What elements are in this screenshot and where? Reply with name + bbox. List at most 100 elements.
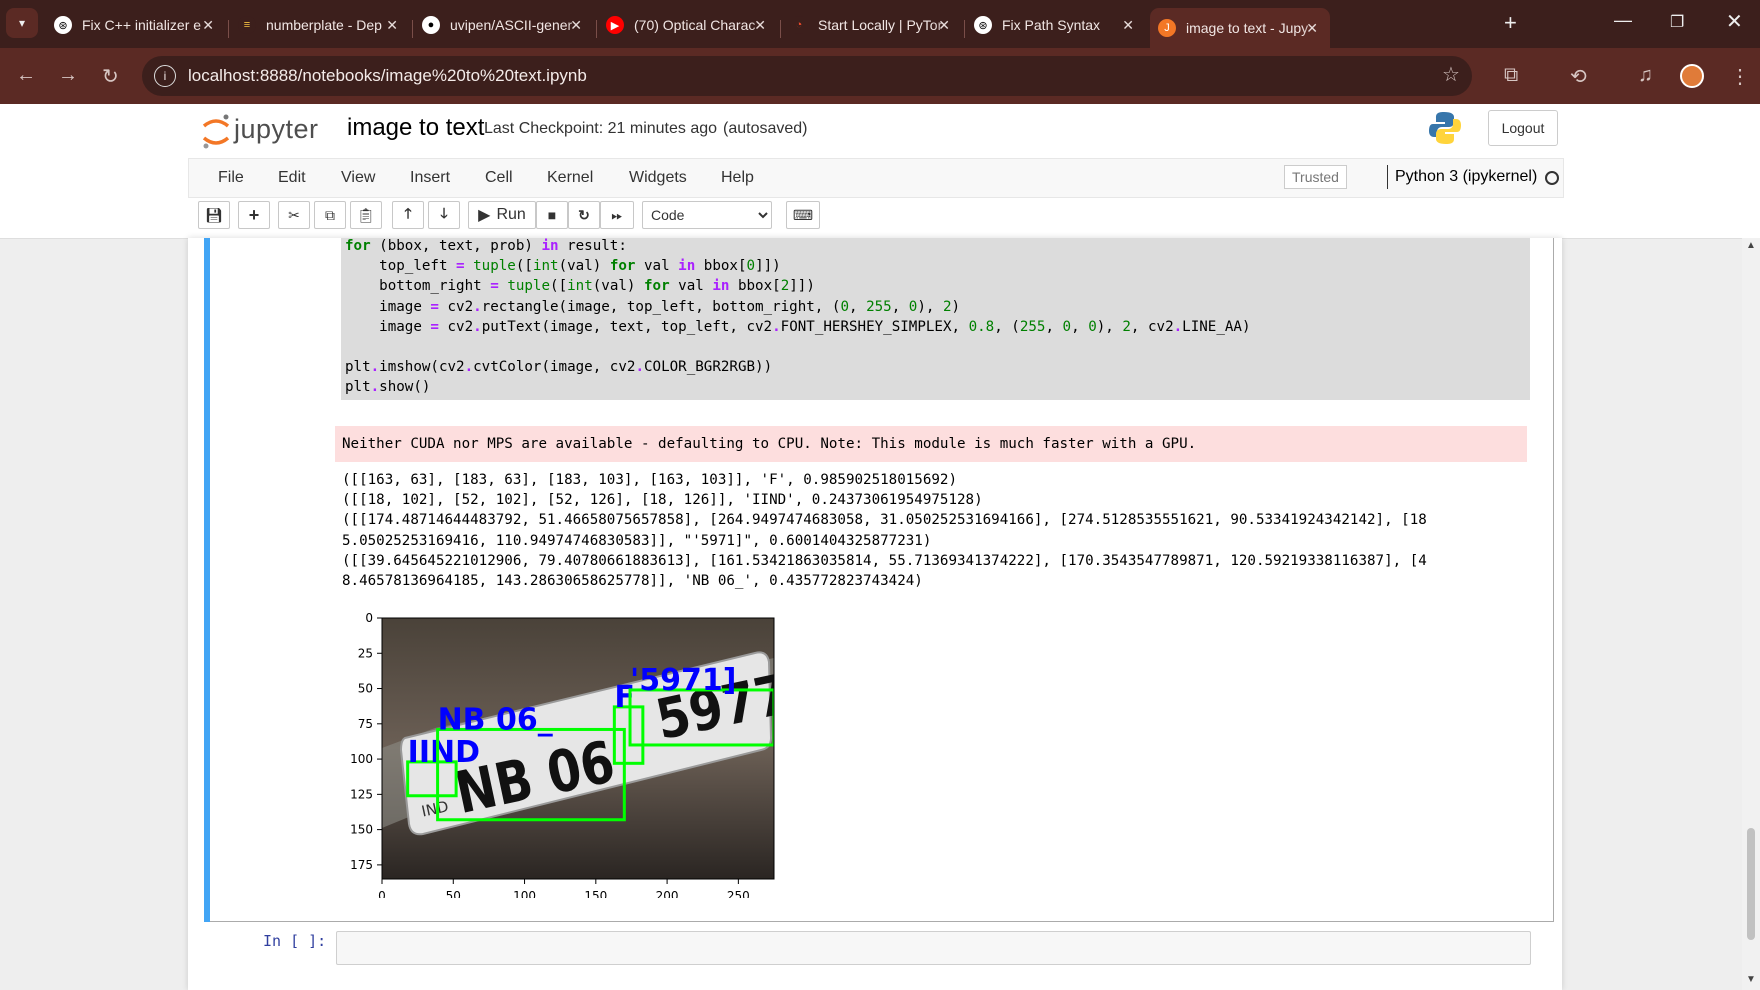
y-tick-label: 0 bbox=[365, 611, 373, 625]
arrow-up-icon: 🡑 bbox=[404, 205, 412, 221]
cell-selection-bar bbox=[204, 238, 210, 922]
tab-close-icon[interactable]: ✕ bbox=[938, 17, 950, 34]
github-icon: ● bbox=[422, 16, 440, 34]
empty-code-cell[interactable] bbox=[336, 931, 1531, 965]
browser-tab-2[interactable]: ≡ numberplate - Dep ✕ bbox=[230, 8, 410, 42]
code-editor[interactable]: for (bbox, text, prob) in result: top_le… bbox=[341, 238, 1530, 400]
detection-label: IIND bbox=[408, 735, 480, 770]
scroll-down-arrow-icon[interactable]: ▼ bbox=[1746, 974, 1756, 985]
y-tick-label: 25 bbox=[358, 646, 373, 660]
y-tick-label: 175 bbox=[350, 858, 373, 872]
kernel-idle-icon bbox=[1545, 171, 1559, 185]
url-field[interactable]: i localhost:8888/notebooks/image%20to%20… bbox=[142, 56, 1472, 96]
menu-cell[interactable]: Cell bbox=[485, 169, 513, 187]
browser-tab-3[interactable]: ● uvipen/ASCII-gener ✕ bbox=[414, 8, 594, 42]
browser-menu-icon[interactable]: ⋮ bbox=[1730, 64, 1750, 89]
site-info-icon[interactable]: i bbox=[154, 65, 176, 87]
kernel-divider bbox=[1387, 165, 1388, 189]
jupyter-wordmark: jupyter bbox=[234, 114, 319, 144]
insert-cell-button[interactable]: + bbox=[238, 201, 270, 229]
tab-search-button[interactable]: ▾ bbox=[6, 8, 38, 38]
run-button[interactable]: ▶ Run bbox=[468, 201, 536, 229]
stdout-line: ([[18, 102], [52, 102], [52, 126], [18, … bbox=[342, 492, 983, 509]
autosave-status: (autosaved) bbox=[723, 120, 808, 137]
page-scrollbar[interactable]: ▲ ▼ bbox=[1742, 238, 1760, 990]
restore-button[interactable]: ❐ bbox=[1670, 12, 1684, 32]
logout-button[interactable]: Logout bbox=[1488, 110, 1558, 146]
browser-tab-5[interactable]: ◔ Start Locally | PyTor ✕ bbox=[782, 8, 962, 42]
menu-widgets[interactable]: Widgets bbox=[629, 169, 687, 187]
jupyter-logo-icon bbox=[202, 114, 230, 149]
chatgpt-icon: ⊛ bbox=[54, 16, 72, 34]
input-prompt: In [ ]: bbox=[263, 932, 327, 950]
browser-tab-1[interactable]: ⊛ Fix C++ initializer e ✕ bbox=[46, 8, 226, 42]
reload-icon[interactable]: ↻ bbox=[102, 64, 119, 89]
tab-close-icon[interactable]: ✕ bbox=[1306, 20, 1318, 37]
detection-label: '5971] bbox=[630, 663, 736, 698]
checkpoint-status: Last Checkpoint: 21 minutes ago bbox=[484, 120, 718, 137]
browser-tab-6[interactable]: ⊛ Fix Path Syntax ✕ bbox=[966, 8, 1146, 42]
browser-tab-7[interactable]: Jimage to text - Jupy ✕ bbox=[1150, 8, 1330, 48]
cut-button[interactable]: ✂ bbox=[278, 201, 310, 229]
tab-close-icon[interactable]: ✕ bbox=[1122, 17, 1134, 34]
youtube-icon: ▶ bbox=[606, 16, 624, 34]
trusted-indicator[interactable]: Trusted bbox=[1284, 165, 1347, 189]
menu-file[interactable]: File bbox=[218, 169, 244, 187]
keyboard-icon: ⌨ bbox=[792, 206, 814, 223]
run-label: Run bbox=[496, 206, 526, 223]
move-up-button[interactable]: 🡑 bbox=[392, 201, 424, 229]
menu-kernel[interactable]: Kernel bbox=[547, 169, 593, 187]
save-button[interactable]: 💾︎ bbox=[198, 201, 230, 229]
tab-close-icon[interactable]: ✕ bbox=[202, 17, 214, 34]
kernel-name[interactable]: Python 3 (ipykernel) bbox=[1395, 168, 1537, 186]
copy-button[interactable]: ⧉ bbox=[314, 201, 346, 229]
extensions-icon[interactable]: ⧉ bbox=[1504, 64, 1518, 87]
y-tick-label: 50 bbox=[358, 682, 373, 696]
bookmark-star-icon[interactable]: ☆ bbox=[1442, 62, 1460, 87]
y-tick-label: 125 bbox=[350, 787, 373, 801]
tab-close-icon[interactable]: ✕ bbox=[386, 17, 398, 34]
cell-type-select[interactable]: Code Markdown Raw NBConvert Heading bbox=[642, 201, 772, 229]
menu-help[interactable]: Help bbox=[721, 169, 754, 187]
interrupt-button[interactable]: ■ bbox=[536, 201, 568, 229]
forward-arrow-icon[interactable]: → bbox=[58, 64, 78, 87]
y-tick-label: 75 bbox=[358, 717, 373, 731]
deepnote-icon: ≡ bbox=[238, 16, 256, 34]
media-control-icon[interactable]: ♫ bbox=[1638, 64, 1653, 87]
minimize-button[interactable]: — bbox=[1614, 10, 1632, 31]
paste-button[interactable]: 📋︎ bbox=[350, 201, 382, 229]
x-tick-label: 100 bbox=[513, 889, 536, 898]
profile-avatar[interactable] bbox=[1680, 64, 1704, 88]
save-icon: 💾︎ bbox=[205, 206, 223, 223]
browser-tab-4[interactable]: ▶ (70) Optical Charac ✕ bbox=[598, 8, 778, 42]
tab-close-icon[interactable]: ✕ bbox=[570, 17, 582, 34]
url-text: localhost:8888/notebooks/image%20to%20te… bbox=[188, 66, 587, 85]
python-logo-icon bbox=[1429, 112, 1461, 144]
tab-close-icon[interactable]: ✕ bbox=[754, 17, 766, 34]
x-tick-label: 150 bbox=[584, 889, 607, 898]
menu-edit[interactable]: Edit bbox=[278, 169, 306, 187]
new-tab-button[interactable]: + bbox=[1504, 10, 1517, 36]
restart-run-all-button[interactable]: ⏩︎ bbox=[600, 201, 634, 229]
close-window-button[interactable]: ✕ bbox=[1726, 9, 1743, 34]
restart-button[interactable]: ↻ bbox=[568, 201, 600, 229]
menu-insert[interactable]: Insert bbox=[410, 169, 450, 187]
notebook-name[interactable]: image to text bbox=[347, 114, 484, 142]
back-arrow-icon[interactable]: ← bbox=[16, 64, 36, 87]
code-text[interactable]: for (bbox, text, prob) in result: top_le… bbox=[345, 236, 1251, 398]
tab-separator bbox=[780, 20, 781, 38]
move-down-button[interactable]: 🡓 bbox=[428, 201, 460, 229]
fast-forward-icon: ⏩︎ bbox=[611, 206, 623, 223]
command-palette-button[interactable]: ⌨ bbox=[786, 201, 820, 229]
menu-bar-inner: File Edit View Insert Cell Kernel Widget… bbox=[188, 158, 1564, 198]
plus-icon: + bbox=[248, 204, 260, 225]
x-tick-label: 200 bbox=[656, 889, 679, 898]
scroll-up-arrow-icon[interactable]: ▲ bbox=[1746, 240, 1756, 251]
history-icon[interactable]: ⟲ bbox=[1570, 64, 1587, 89]
scrollbar-thumb[interactable] bbox=[1747, 828, 1755, 940]
x-tick-label: 0 bbox=[378, 889, 386, 898]
y-tick-label: 150 bbox=[350, 823, 373, 837]
menu-view[interactable]: View bbox=[341, 169, 375, 187]
stdout-line: 8.46578136964185, 143.28630658625778]], … bbox=[342, 573, 923, 590]
jupyter-logo[interactable]: jupyter bbox=[200, 112, 332, 150]
